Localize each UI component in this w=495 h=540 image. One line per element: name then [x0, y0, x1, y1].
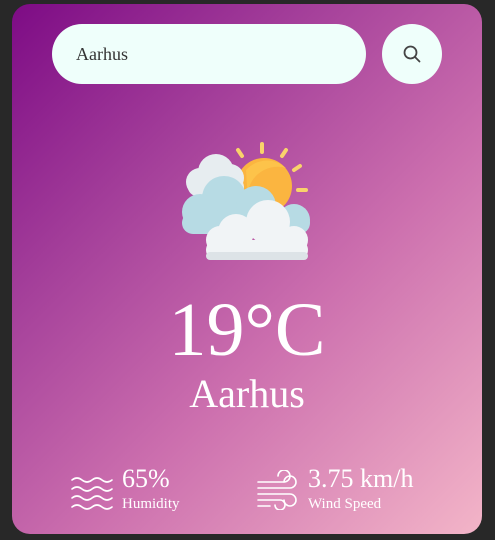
city-name: Aarhus: [189, 371, 305, 416]
weather-card: 19°C Aarhus 65% Humidity: [12, 4, 482, 534]
wind-speed-value: 3.75 km/h: [308, 464, 414, 493]
search-button[interactable]: [382, 24, 442, 84]
humidity-text: 65% Humidity: [122, 466, 180, 513]
wind-detail: 3.75 km/h Wind Speed: [256, 466, 413, 513]
wind-icon: [257, 469, 297, 510]
wind-text: 3.75 km/h Wind Speed: [308, 466, 413, 513]
humidity-value: 65%: [122, 464, 170, 493]
humidity-detail: 65% Humidity: [70, 466, 180, 513]
partly-cloudy-icon: [182, 142, 310, 260]
temperature-value: 19°C: [168, 288, 326, 372]
humidity-label: Humidity: [122, 496, 180, 512]
search-icon: [403, 45, 421, 63]
wind-speed-label: Wind Speed: [308, 496, 382, 512]
humidity-icon: [71, 476, 113, 510]
city-search-input[interactable]: [52, 24, 366, 84]
search-bar: [52, 24, 442, 84]
